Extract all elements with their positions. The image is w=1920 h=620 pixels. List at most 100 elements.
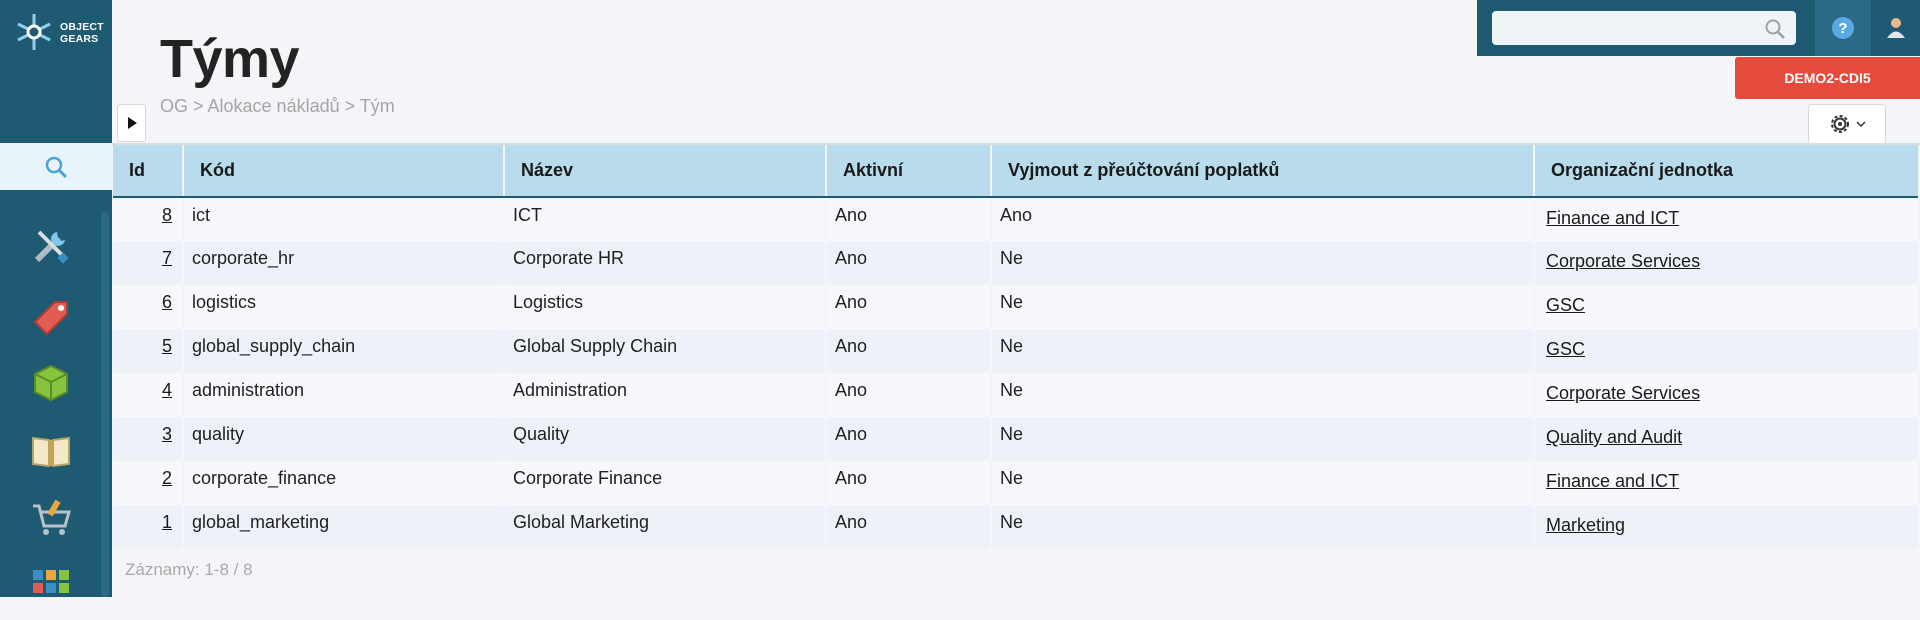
- table-row[interactable]: 6 logistics Logistics Ano Ne GSC: [113, 285, 1918, 329]
- cell-name: Global Marketing: [504, 505, 827, 549]
- org-unit-link[interactable]: GSC: [1546, 295, 1585, 315]
- cell-exempt: Ne: [991, 373, 1535, 417]
- cell-name: Administration: [504, 373, 827, 417]
- row-id-link[interactable]: 4: [162, 380, 172, 400]
- org-unit-link[interactable]: GSC: [1546, 339, 1585, 359]
- cell-active: Ano: [826, 241, 992, 285]
- cubes-icon: [34, 364, 68, 402]
- records-count: Záznamy: 1-8 / 8: [125, 560, 253, 579]
- help-icon: ?: [1832, 17, 1854, 39]
- apps-icon: [33, 570, 69, 593]
- table-row[interactable]: 3 quality Quality Ano Ne Quality and Aud…: [113, 417, 1918, 461]
- row-id-link[interactable]: 5: [162, 336, 172, 356]
- org-unit-link[interactable]: Quality and Audit: [1546, 427, 1682, 447]
- sidebar-item-tags[interactable]: [0, 280, 102, 348]
- sidebar: OBJECT GEARS: [0, 0, 112, 597]
- org-unit-link[interactable]: Finance and ICT: [1546, 471, 1679, 491]
- cell-exempt: Ne: [991, 329, 1535, 373]
- cell-active: Ano: [826, 505, 992, 549]
- tools-icon: [34, 230, 69, 264]
- logo-text: OBJECT GEARS: [60, 21, 104, 45]
- cart-icon: [33, 499, 71, 535]
- cell-active: Ano: [826, 373, 992, 417]
- cell-name: Logistics: [504, 285, 827, 329]
- table-row[interactable]: 1 global_marketing Global Marketing Ano …: [113, 505, 1918, 549]
- logo[interactable]: OBJECT GEARS: [0, 0, 112, 143]
- cell-code: quality: [183, 417, 505, 461]
- book-icon: [32, 436, 70, 468]
- row-id-link[interactable]: 6: [162, 292, 172, 312]
- cell-name: Quality: [504, 417, 827, 461]
- cell-active: Ano: [826, 197, 992, 241]
- global-search-box[interactable]: [1492, 11, 1796, 45]
- cell-active: Ano: [826, 329, 992, 373]
- cell-exempt: Ne: [991, 241, 1535, 285]
- row-id-link[interactable]: 8: [162, 205, 172, 225]
- chevron-down-icon: [1856, 121, 1866, 128]
- cell-active: Ano: [826, 285, 992, 329]
- column-header-active[interactable]: Aktivní: [826, 145, 992, 198]
- org-unit-link[interactable]: Marketing: [1546, 515, 1625, 535]
- sidebar-item-shop[interactable]: [0, 484, 102, 552]
- cell-exempt: Ne: [991, 461, 1535, 505]
- breadcrumb[interactable]: OG > Alokace nákladů > Tým: [160, 96, 395, 117]
- sidebar-search-button[interactable]: [0, 143, 112, 190]
- teams-table: Id Kód Název Aktivní Vyjmout z přeúčtová…: [113, 145, 1918, 549]
- cell-code: global_supply_chain: [183, 329, 505, 373]
- column-header-code[interactable]: Kód: [183, 145, 505, 198]
- cell-code: administration: [183, 373, 505, 417]
- table-header-row: Id Kód Název Aktivní Vyjmout z přeúčtová…: [113, 145, 1918, 198]
- cell-code: logistics: [183, 285, 505, 329]
- cell-exempt: Ne: [991, 505, 1535, 549]
- cell-code: corporate_finance: [183, 461, 505, 505]
- cell-name: ICT: [504, 197, 827, 241]
- cell-code: corporate_hr: [183, 241, 505, 285]
- sidebar-item-components[interactable]: [0, 348, 102, 416]
- cell-code: ict: [183, 197, 505, 241]
- gear-icon: [1831, 115, 1849, 133]
- org-unit-link[interactable]: Corporate Services: [1546, 383, 1700, 403]
- cell-name: Corporate Finance: [504, 461, 827, 505]
- cell-name: Corporate HR: [504, 241, 827, 285]
- cell-code: global_marketing: [183, 505, 505, 549]
- user-menu-button[interactable]: [1871, 0, 1920, 56]
- cell-exempt: Ne: [991, 285, 1535, 329]
- toggle-panel-button[interactable]: [117, 104, 146, 142]
- search-icon: [45, 156, 68, 178]
- column-header-exempt[interactable]: Vyjmout z přeúčtování poplatků: [991, 145, 1535, 198]
- sidebar-item-documentation[interactable]: [0, 416, 102, 484]
- environment-badge[interactable]: DEMO2-CDI5: [1735, 57, 1920, 99]
- search-icon[interactable]: [1764, 18, 1786, 40]
- sidebar-item-tools[interactable]: [0, 212, 102, 280]
- column-header-id[interactable]: Id: [113, 145, 184, 198]
- column-header-name[interactable]: Název: [504, 145, 827, 198]
- page-title: Týmy: [160, 29, 300, 89]
- sidebar-item-apps[interactable]: [0, 552, 102, 620]
- cell-active: Ano: [826, 461, 992, 505]
- row-id-link[interactable]: 3: [162, 424, 172, 444]
- row-id-link[interactable]: 1: [162, 512, 172, 532]
- user-icon: [1886, 18, 1905, 38]
- table-row[interactable]: 7 corporate_hr Corporate HR Ano Ne Corpo…: [113, 241, 1918, 285]
- tag-icon: [33, 301, 68, 336]
- object-gears-logo-icon: [17, 14, 51, 50]
- settings-dropdown-button[interactable]: [1808, 104, 1886, 144]
- sidebar-scrollbar[interactable]: [101, 212, 109, 597]
- table-row[interactable]: 5 global_supply_chain Global Supply Chai…: [113, 329, 1918, 373]
- caret-right-icon: [127, 117, 137, 129]
- table-row[interactable]: 4 administration Administration Ano Ne C…: [113, 373, 1918, 417]
- org-unit-link[interactable]: Corporate Services: [1546, 251, 1700, 271]
- cell-exempt: Ne: [991, 417, 1535, 461]
- table-row[interactable]: 2 corporate_finance Corporate Finance An…: [113, 461, 1918, 505]
- help-button[interactable]: ?: [1815, 0, 1871, 56]
- org-unit-link[interactable]: Finance and ICT: [1546, 208, 1679, 228]
- cell-name: Global Supply Chain: [504, 329, 827, 373]
- cell-exempt: Ano: [991, 197, 1535, 241]
- row-id-link[interactable]: 2: [162, 468, 172, 488]
- table-row[interactable]: 8 ict ICT Ano Ano Finance and ICT: [113, 197, 1918, 241]
- svg-text:?: ?: [1838, 20, 1847, 37]
- cell-active: Ano: [826, 417, 992, 461]
- column-header-org-unit[interactable]: Organizační jednotka: [1534, 145, 1918, 198]
- global-search-input[interactable]: [1492, 11, 1772, 43]
- row-id-link[interactable]: 7: [162, 248, 172, 268]
